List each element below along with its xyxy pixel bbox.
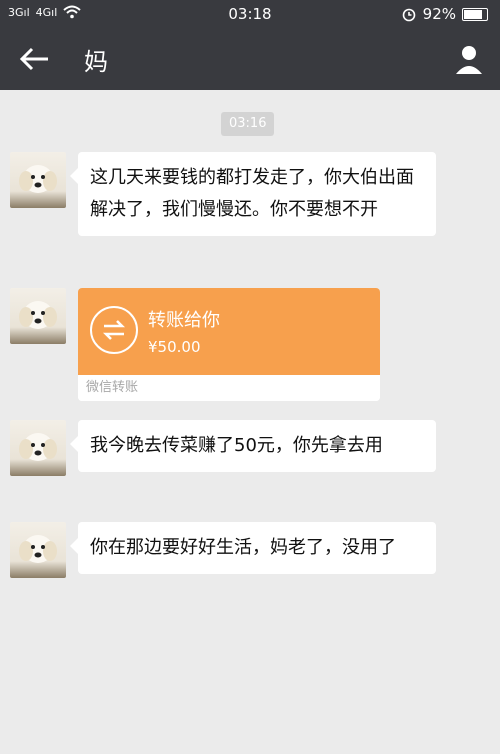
contact-info-button[interactable] (452, 42, 486, 76)
transfer-card[interactable]: 转账给你 ¥50.00 微信转账 (78, 288, 380, 401)
transfer-card-body: 转账给你 ¥50.00 (78, 288, 380, 375)
chat-header: 妈 (0, 28, 500, 90)
avatar[interactable] (10, 522, 66, 578)
transfer-footer: 微信转账 (78, 375, 380, 401)
transfer-arrows-svg (102, 320, 126, 340)
chat-area[interactable]: 03:16 这几天来要钱的都打发走了，你大伯出面解决了，我们慢慢还。你不要想不开 (0, 90, 500, 754)
transfer-title: 转账给你 (148, 310, 220, 331)
message-bubble[interactable]: 这几天来要钱的都打发走了，你大伯出面解决了，我们慢慢还。你不要想不开 (70, 152, 436, 236)
avatar[interactable] (10, 152, 66, 208)
message-bubble[interactable]: 你在那边要好好生活，妈老了，没用了 (70, 522, 436, 574)
avatar[interactable] (10, 288, 66, 344)
message-bubble[interactable]: 我今晚去传菜赚了50元，你先拿去用 (70, 420, 436, 472)
back-button[interactable] (14, 42, 54, 76)
transfer-arrows-icon (90, 306, 138, 354)
dog-avatar-icon (19, 301, 57, 329)
avatar[interactable] (10, 420, 66, 476)
back-arrow-icon (19, 47, 48, 71)
dog-avatar-icon (19, 165, 57, 193)
dog-avatar-icon (19, 433, 57, 461)
battery-percent: 92% (422, 5, 456, 23)
person-icon (456, 46, 482, 74)
chat-title: 妈 (84, 48, 108, 76)
status-bar: 3Gıl 4Gıl 03:18 92% (0, 0, 500, 28)
dog-avatar-icon (19, 535, 57, 563)
timestamp: 03:16 (221, 112, 275, 136)
alarm-icon (402, 8, 415, 22)
transfer-amount: ¥50.00 (148, 338, 201, 356)
battery-icon (462, 7, 488, 21)
